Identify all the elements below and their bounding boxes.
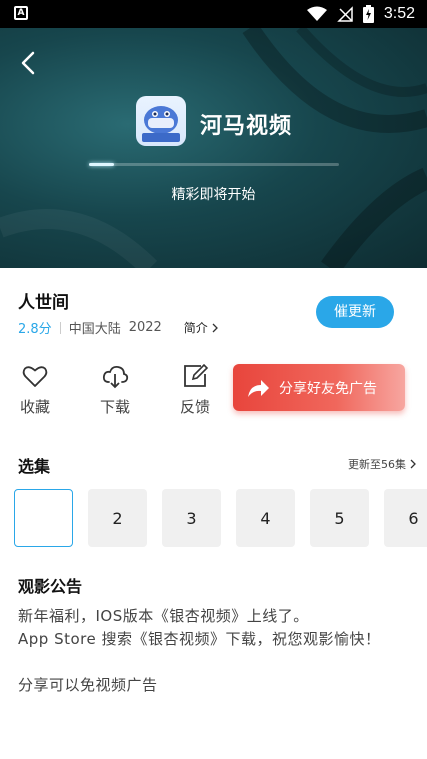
status-bar: A 3:52 bbox=[0, 0, 427, 28]
episode-item[interactable]: 4 bbox=[236, 489, 295, 547]
favorite-label: 收藏 bbox=[19, 398, 50, 416]
loading-text: 精彩即将开始 bbox=[171, 187, 256, 203]
urge-update-button[interactable]: 催更新 bbox=[316, 296, 394, 328]
app-name: 河马视频 bbox=[200, 114, 293, 139]
favorite-button[interactable]: 收藏 bbox=[10, 362, 60, 417]
show-title: 人世间 bbox=[18, 293, 69, 313]
divider bbox=[59, 321, 61, 334]
feedback-label: 反馈 bbox=[179, 398, 210, 416]
episode-item[interactable]: 5 bbox=[310, 489, 369, 547]
notice-title: 观影公告 bbox=[18, 577, 83, 596]
clock: 3:52 bbox=[383, 5, 415, 22]
cloud-download-icon bbox=[102, 365, 129, 389]
intro-label: 简介 bbox=[183, 321, 208, 335]
notice-text: 新年福利，IOS版本《银杏视频》上线了。 App Store 搜索《银杏视频》下… bbox=[18, 607, 381, 694]
share-button[interactable]: 分享好友免广告 bbox=[233, 364, 405, 411]
no-signal-icon bbox=[337, 6, 353, 22]
region: 中国大陆 bbox=[68, 322, 121, 337]
episodes-title: 选集 bbox=[18, 457, 51, 476]
episode-item[interactable]: 3 bbox=[162, 489, 221, 547]
share-label: 分享好友免广告 bbox=[279, 380, 377, 397]
accessibility-icon: A bbox=[14, 6, 28, 20]
hippo-logo-icon bbox=[142, 106, 180, 142]
player-background bbox=[0, 28, 427, 268]
score: 2.8分 bbox=[18, 322, 52, 337]
show-meta: 2.8分 中国大陆 2022 简介 bbox=[18, 318, 219, 337]
wifi-icon bbox=[306, 6, 327, 21]
app-logo bbox=[136, 96, 186, 146]
battery-charging-icon bbox=[362, 5, 374, 23]
chevron-right-icon bbox=[212, 323, 218, 332]
year: 2022 bbox=[128, 320, 162, 335]
share-arrow-icon bbox=[248, 379, 269, 397]
video-player[interactable]: 河马视频 精彩即将开始 bbox=[0, 28, 427, 268]
episode-list: 2 3 4 5 6 bbox=[14, 489, 427, 549]
download-label: 下载 bbox=[99, 398, 130, 416]
chevron-right-icon bbox=[410, 459, 416, 469]
episodes-more-link[interactable]: 更新至56集 bbox=[348, 456, 417, 472]
back-arrow-icon[interactable] bbox=[14, 48, 44, 78]
episode-item[interactable]: 2 bbox=[88, 489, 147, 547]
loading-bar-fill bbox=[89, 163, 114, 166]
intro-link[interactable]: 简介 bbox=[184, 319, 219, 336]
download-button[interactable]: 下载 bbox=[90, 362, 140, 417]
episodes-more-label: 更新至56集 bbox=[348, 458, 406, 471]
episode-item[interactable]: 6 bbox=[384, 489, 427, 547]
loading-bar bbox=[89, 163, 339, 166]
edit-icon bbox=[184, 363, 209, 387]
feedback-button[interactable]: 反馈 bbox=[170, 362, 220, 417]
episode-item[interactable] bbox=[14, 489, 73, 547]
heart-icon bbox=[22, 366, 48, 387]
